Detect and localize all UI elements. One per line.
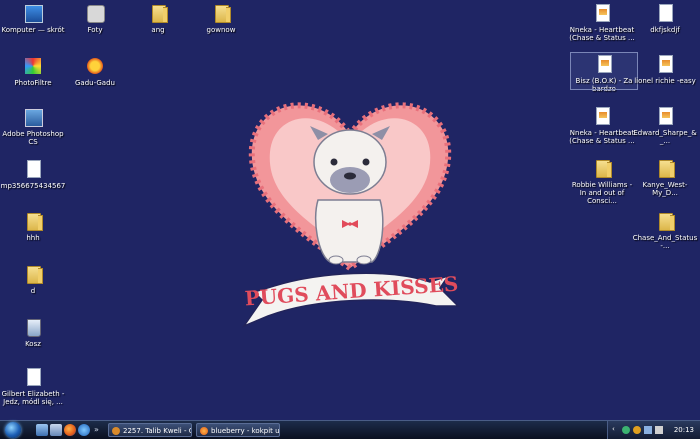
audio-file-icon — [591, 2, 613, 24]
desktop-icon-label: Adobe Photoshop CS — [2, 130, 64, 146]
desktop-icon-chase-and-status[interactable]: Chase_And_Status-... — [632, 210, 698, 250]
desktop-icon-label: Gadu-Gadu — [75, 79, 115, 87]
photofiltre-icon — [22, 55, 44, 77]
desktop-icon-gilbert[interactable]: Gilbert Elizabeth - Jedz, módl się, ... — [0, 366, 66, 406]
desktop-icon-nneka-heartbeat[interactable]: Nneka - Heartbeat (Chase & Status ... — [569, 2, 635, 42]
folder-icon — [22, 210, 44, 232]
desktop-icon-computer[interactable]: Komputer — skrót — [0, 2, 66, 34]
desktop-icon-label: lionel richie -easy — [634, 77, 696, 85]
folder-icon — [147, 2, 169, 24]
desktop-icon-label: hhh — [26, 234, 40, 242]
desktop-icon-label: ang — [151, 26, 165, 34]
tray-app-icon[interactable] — [622, 426, 630, 434]
audio-file-icon — [593, 53, 615, 75]
system-tray: ‹ 20:13 — [607, 421, 700, 439]
tray-expand-icon[interactable]: ‹ — [612, 425, 618, 435]
desktop-icon-robbie-williams[interactable]: Robbie Williams - In and out of Consci..… — [569, 157, 635, 205]
firefox-icon[interactable] — [64, 424, 76, 436]
taskbar-button-label: 2257. Talib Kweli - G... — [123, 427, 191, 435]
desktop-icon-foty[interactable]: Foty — [62, 2, 128, 34]
desktop-icon-label: mp356675434567 — [0, 182, 66, 190]
show-desktop-icon[interactable] — [36, 424, 48, 436]
desktop-icon-ang[interactable]: ang — [125, 2, 191, 34]
taskbar-button-talib-kweli[interactable]: 2257. Talib Kweli - G... — [108, 423, 192, 437]
desktop-icon-dkfjskdjf[interactable]: dkfjskdjf — [632, 2, 698, 34]
desktop-icon-bisz[interactable]: Bisz (B.O.K) - Za bardzo — [570, 52, 638, 93]
desktop-icon-label: Chase_And_Status-... — [632, 234, 698, 250]
desktop-icon-mp3[interactable]: mp356675434567 — [0, 158, 66, 190]
desktop-icon-label: Komputer — skrót — [1, 26, 65, 34]
folder-icon — [22, 263, 44, 285]
gadu-gadu-icon — [84, 55, 106, 77]
desktop-icon-lionel-richie[interactable]: lionel richie -easy — [632, 53, 698, 85]
desktop-icon-d[interactable]: d — [0, 263, 66, 295]
desktop-icon-gadu-gadu[interactable]: Gadu-Gadu — [62, 55, 128, 87]
desktop-icon-label: Bisz (B.O.K) - Za bardzo — [575, 77, 633, 93]
computer-icon — [22, 2, 44, 24]
start-button[interactable] — [2, 421, 24, 439]
folder-icon — [591, 157, 613, 179]
volume-icon[interactable] — [655, 426, 663, 434]
desktop-icon-label: Nneka - Heartbeat (Chase & Status ... — [569, 26, 635, 42]
recycle-bin-icon — [22, 316, 44, 338]
desktop-icon-photofiltre[interactable]: PhotoFiltre — [0, 55, 66, 87]
taskbar-button-label: blueberry - kokpit u... — [211, 427, 280, 435]
photoshop-icon — [22, 106, 44, 128]
switch-windows-icon[interactable] — [50, 424, 62, 436]
taskbar-button-blueberry[interactable]: blueberry - kokpit u... — [196, 423, 280, 437]
audio-file-icon — [654, 105, 676, 127]
audio-file-icon — [654, 53, 676, 75]
desktop-icon-label: PhotoFiltre — [14, 79, 52, 87]
network-icon[interactable] — [644, 426, 652, 434]
desktop-icon-edward-sharpe[interactable]: Edward_Sharpe_&_... — [632, 105, 698, 145]
audio-file-icon — [591, 105, 613, 127]
desktop-icon-label: Kosz — [25, 340, 41, 348]
folder-icon — [654, 157, 676, 179]
desktop-icon-label: d — [30, 287, 36, 295]
windows-orb-icon — [5, 422, 21, 438]
winamp-icon — [112, 427, 120, 435]
desktop: PUGS AND KISSES Komputer — skrót Foty an… — [0, 0, 700, 420]
desktop-icon-label: Foty — [87, 26, 103, 34]
quick-launch-expand-icon[interactable]: » — [94, 424, 102, 436]
desktop-icon-label: Kanye_West-My_D... — [642, 181, 688, 197]
firefox-icon — [200, 427, 208, 435]
audio-file-icon — [22, 158, 44, 180]
desktop-icon-kanye-west[interactable]: Kanye_West-My_D... — [632, 157, 698, 197]
desktop-icon-label: Nneka - Heartbeat (Chase & Status ... — [569, 129, 635, 145]
desktop-icon-photoshop[interactable]: Adobe Photoshop CS — [0, 106, 66, 146]
desktop-icon-hhh[interactable]: hhh — [0, 210, 66, 242]
desktop-icon-gownow[interactable]: gownow — [188, 2, 254, 34]
folder-icon — [210, 2, 232, 24]
desktop-icon-label: gownow — [206, 26, 236, 34]
desktop-icon-nneka-heartbeat-2[interactable]: Nneka - Heartbeat (Chase & Status ... — [569, 105, 635, 145]
folder-icon — [654, 210, 676, 232]
document-icon — [654, 2, 676, 24]
desktop-icon-label: Edward_Sharpe_&_... — [633, 129, 697, 145]
desktop-icon-recycle-bin[interactable]: Kosz — [0, 316, 66, 348]
camera-icon — [84, 2, 106, 24]
document-icon — [22, 366, 44, 388]
taskbar: » 2257. Talib Kweli - G... blueberry - k… — [0, 420, 700, 439]
desktop-icon-label: dkfjskdjf — [650, 26, 680, 34]
taskbar-clock[interactable]: 20:13 — [674, 421, 694, 439]
desktop-icon-label: Robbie Williams - In and out of Consci..… — [571, 181, 633, 205]
internet-explorer-icon[interactable] — [78, 424, 90, 436]
desktop-icon-label: Gilbert Elizabeth - Jedz, módl się, ... — [1, 390, 65, 406]
tray-app-icon[interactable] — [633, 426, 641, 434]
